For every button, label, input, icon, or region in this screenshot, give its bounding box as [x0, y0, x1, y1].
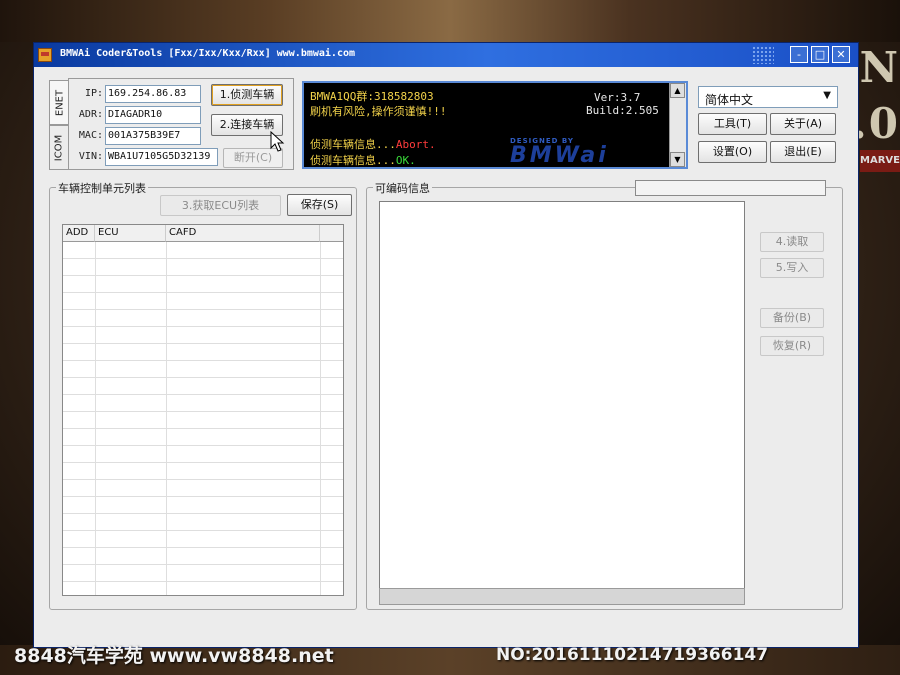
log-console: BMWA1QQ群:318582803 刷机有风险,操作须谨慎!!! Ver:3.…: [302, 81, 688, 169]
app-window: BMWAi Coder&Tools [Fxx/Ixx/Kxx/Rxx] www.…: [33, 42, 859, 648]
restore-button[interactable]: 恢复(R): [760, 336, 824, 356]
console-log2-status: OK.: [395, 154, 416, 167]
table-row[interactable]: [63, 412, 343, 429]
console-build: Build:2.505: [586, 104, 659, 117]
titlebar-grip: [752, 46, 774, 64]
tools-button[interactable]: 工具(T): [698, 113, 767, 135]
table-row[interactable]: [63, 582, 343, 595]
coding-editor-footer: [379, 588, 745, 605]
detect-vehicle-button[interactable]: 1.侦测车辆: [211, 84, 283, 106]
watermark-right: NO:20161110214719366147: [496, 645, 769, 665]
scroll-up-icon[interactable]: ▲: [670, 83, 685, 98]
app-icon: [38, 48, 52, 62]
console-log1-status: Abort.: [395, 138, 436, 151]
maximize-button[interactable]: □: [811, 46, 829, 63]
vin-label: VIN:: [78, 151, 103, 162]
table-row[interactable]: [63, 259, 343, 276]
tab-enet[interactable]: ENET: [49, 80, 69, 125]
ip-field[interactable]: 169.254.86.83: [105, 85, 201, 103]
col-extra: [320, 225, 343, 242]
table-row[interactable]: [63, 378, 343, 395]
col-ecu[interactable]: ECU: [95, 225, 166, 242]
adr-field[interactable]: DIAGADR10: [105, 106, 201, 124]
table-row[interactable]: [63, 310, 343, 327]
table-row[interactable]: [63, 429, 343, 446]
adr-label: ADR:: [78, 109, 103, 120]
exit-button[interactable]: 退出(E): [770, 141, 836, 163]
about-button[interactable]: 关于(A): [770, 113, 836, 135]
table-row[interactable]: [63, 463, 343, 480]
table-row[interactable]: [63, 514, 343, 531]
watermark-left: 8848汽车学苑 www.vw8848.net: [14, 645, 334, 667]
col-add[interactable]: ADD: [63, 225, 95, 242]
get-ecu-list-button[interactable]: 3.获取ECU列表: [160, 195, 281, 216]
close-button[interactable]: ✕: [832, 46, 850, 63]
console-log1: 侦测车辆信息...Abort.: [310, 138, 436, 151]
table-row[interactable]: [63, 361, 343, 378]
mac-label: MAC:: [78, 130, 103, 141]
vin-field[interactable]: WBA1U7105G5D32139: [105, 148, 218, 166]
coding-editor[interactable]: [379, 201, 745, 605]
console-version: Ver:3.7: [594, 91, 641, 104]
background-badge: MARVEL: [860, 150, 900, 172]
settings-button[interactable]: 设置(O): [698, 141, 767, 163]
table-row[interactable]: [63, 276, 343, 293]
table-row[interactable]: [63, 548, 343, 565]
col-cafd[interactable]: CAFD: [166, 225, 320, 242]
mac-field[interactable]: 001A375B39E7: [105, 127, 201, 145]
tab-icom[interactable]: ICOM: [49, 125, 69, 170]
table-row[interactable]: [63, 293, 343, 310]
minimize-button[interactable]: -: [790, 46, 808, 63]
language-value: 简体中文: [705, 93, 754, 107]
console-log2: 侦测车辆信息...OK.: [310, 154, 416, 167]
table-row[interactable]: [63, 480, 343, 497]
table-row[interactable]: [63, 565, 343, 582]
scroll-down-icon[interactable]: ▼: [670, 152, 685, 167]
mouse-cursor-icon: [270, 131, 285, 152]
coding-status-box: [635, 180, 826, 196]
chevron-down-icon: ▼: [823, 90, 831, 101]
window-title: BMWAi Coder&Tools [Fxx/Ixx/Kxx/Rxx] www.…: [60, 48, 356, 59]
table-row[interactable]: [63, 344, 343, 361]
console-warning-line: 刷机有风险,操作须谨慎!!!: [310, 105, 447, 118]
ecu-table[interactable]: ADD ECU CAFD: [62, 224, 344, 596]
ip-label: IP:: [84, 88, 103, 99]
table-row[interactable]: [63, 497, 343, 514]
console-qq-line: BMWA1QQ群:318582803: [310, 90, 434, 103]
table-row[interactable]: [63, 395, 343, 412]
write-button[interactable]: 5.写入: [760, 258, 824, 278]
save-button[interactable]: 保存(S): [287, 194, 352, 216]
table-row[interactable]: [63, 531, 343, 548]
interface-tabs: ENET ICOM: [49, 80, 69, 170]
bmwai-logo: BMWai: [510, 143, 609, 168]
backup-button[interactable]: 备份(B): [760, 308, 824, 328]
language-select[interactable]: 简体中文 ▼: [698, 86, 838, 108]
table-row[interactable]: [63, 446, 343, 463]
table-row[interactable]: [63, 242, 343, 259]
connection-panel: IP: 169.254.86.83 ADR: DIAGADR10 MAC: 00…: [68, 78, 294, 170]
coding-panel-title: 可编码信息: [373, 180, 432, 196]
ecu-panel-title: 车辆控制单元列表: [56, 180, 148, 196]
read-button[interactable]: 4.读取: [760, 232, 824, 252]
background-top: [0, 0, 900, 42]
console-scrollbar[interactable]: ▲ ▼: [669, 83, 686, 167]
title-bar[interactable]: BMWAi Coder&Tools [Fxx/Ixx/Kxx/Rxx] www.…: [34, 43, 858, 67]
table-row[interactable]: [63, 327, 343, 344]
